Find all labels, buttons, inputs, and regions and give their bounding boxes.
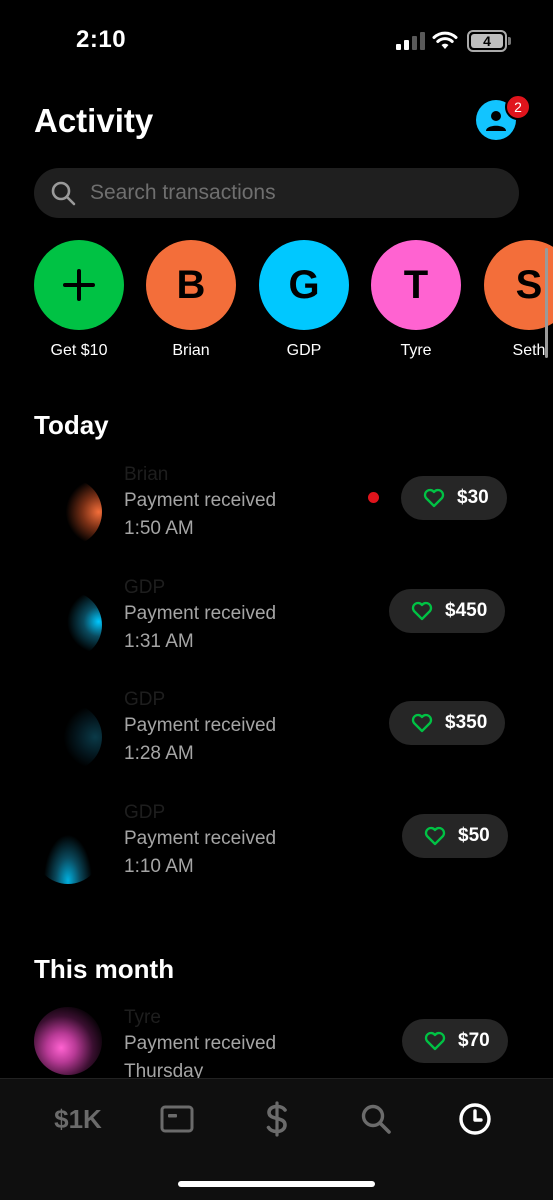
amount-pill[interactable]: $450 [389,589,506,633]
heart-icon [424,1031,446,1051]
amount-pill[interactable]: $50 [402,814,508,858]
transaction-description: Payment received [124,490,277,511]
nav-activity[interactable] [457,1099,493,1139]
search-bar[interactable] [34,168,519,218]
nav-card[interactable] [159,1099,195,1139]
transaction-description: Payment received [124,715,277,736]
battery-level: 4 [471,34,503,48]
search-input[interactable] [90,181,490,205]
person-icon [486,111,506,131]
transaction-row[interactable]: Brian Payment received 1:50 AM $30 [0,464,553,576]
transaction-amount: $50 [458,825,490,846]
contact-seth[interactable]: S Seth [479,240,553,360]
transaction-row[interactable]: GDP Payment received 1:28 AM $350 [0,689,553,801]
transaction-description: Payment received [124,828,277,849]
nav-search[interactable] [358,1099,394,1139]
search-icon [361,1104,391,1134]
transaction-time: 1:31 AM [124,631,194,652]
contact-avatar: T [371,240,461,330]
cellular-signal-icon [396,32,425,50]
contact-tyre[interactable]: T Tyre [366,240,466,360]
transaction-description: Payment received [124,1033,277,1054]
transaction-time: 1:28 AM [124,743,194,764]
contact-name: Tyre [400,342,432,359]
activity-clock-icon [459,1103,491,1135]
card-icon [160,1105,194,1133]
contact-name: Get $10 [50,342,108,359]
horizontal-scroll-indicator [545,248,548,358]
transaction-name: GDP [124,802,166,823]
contacts-row: Get $10 B Brian G GDP T Tyre S Seth [0,240,553,365]
transaction-name: Tyre [124,1007,161,1028]
transaction-amount: $70 [458,1030,490,1051]
page-title: Activity [34,102,154,139]
status-time: 2:10 [76,26,127,53]
transaction-row[interactable]: GDP Payment received 1:10 AM $50 [0,802,553,914]
amount-pill[interactable]: $30 [401,476,507,520]
transaction-avatar [34,591,102,659]
transaction-time: 1:10 AM [124,856,194,877]
transaction-amount: $450 [445,600,488,621]
wifi-icon [432,31,458,49]
nav-balance[interactable]: $1K [52,1099,104,1139]
section-title-this-month: This month [34,954,175,984]
transaction-name: Brian [124,464,169,485]
unread-indicator [368,492,379,503]
transaction-avatar [34,478,102,546]
status-bar: 2:10 4 [0,0,553,80]
heart-icon [423,488,445,508]
contact-brian[interactable]: B Brian [141,240,241,360]
transaction-name: GDP [124,689,166,710]
transaction-amount: $350 [445,712,488,733]
contact-get-10[interactable]: Get $10 [29,240,129,360]
contact-gdp[interactable]: G GDP [254,240,354,360]
transaction-time: 1:50 AM [124,518,194,539]
notification-badge: 2 [505,94,531,120]
amount-pill[interactable]: $70 [402,1019,508,1063]
contact-name: Seth [512,342,546,359]
battery-cap [508,37,511,45]
nav-payments[interactable] [262,1099,292,1139]
contact-avatar: G [259,240,349,330]
transaction-row[interactable]: GDP Payment received 1:31 AM $450 [0,577,553,689]
heart-icon [424,826,446,846]
transaction-amount: $30 [457,487,489,508]
section-title-today: Today [34,410,109,440]
contact-name: Brian [172,342,210,359]
transaction-description: Payment received [124,603,277,624]
transaction-name: GDP [124,577,166,598]
amount-pill[interactable]: $350 [389,701,506,745]
transaction-avatar [34,1007,102,1075]
contact-name: GDP [286,342,322,359]
balance-label: $1K [54,1103,102,1134]
heart-icon [411,601,433,621]
transaction-avatar [34,703,102,771]
search-icon [48,178,78,208]
contact-avatar: B [146,240,236,330]
heart-icon [411,713,433,733]
plus-icon [34,240,124,330]
contact-avatar: S [484,240,553,330]
home-indicator [178,1181,375,1187]
dollar-icon [266,1101,287,1137]
transaction-avatar [34,816,102,884]
battery-icon: 4 [467,30,507,52]
